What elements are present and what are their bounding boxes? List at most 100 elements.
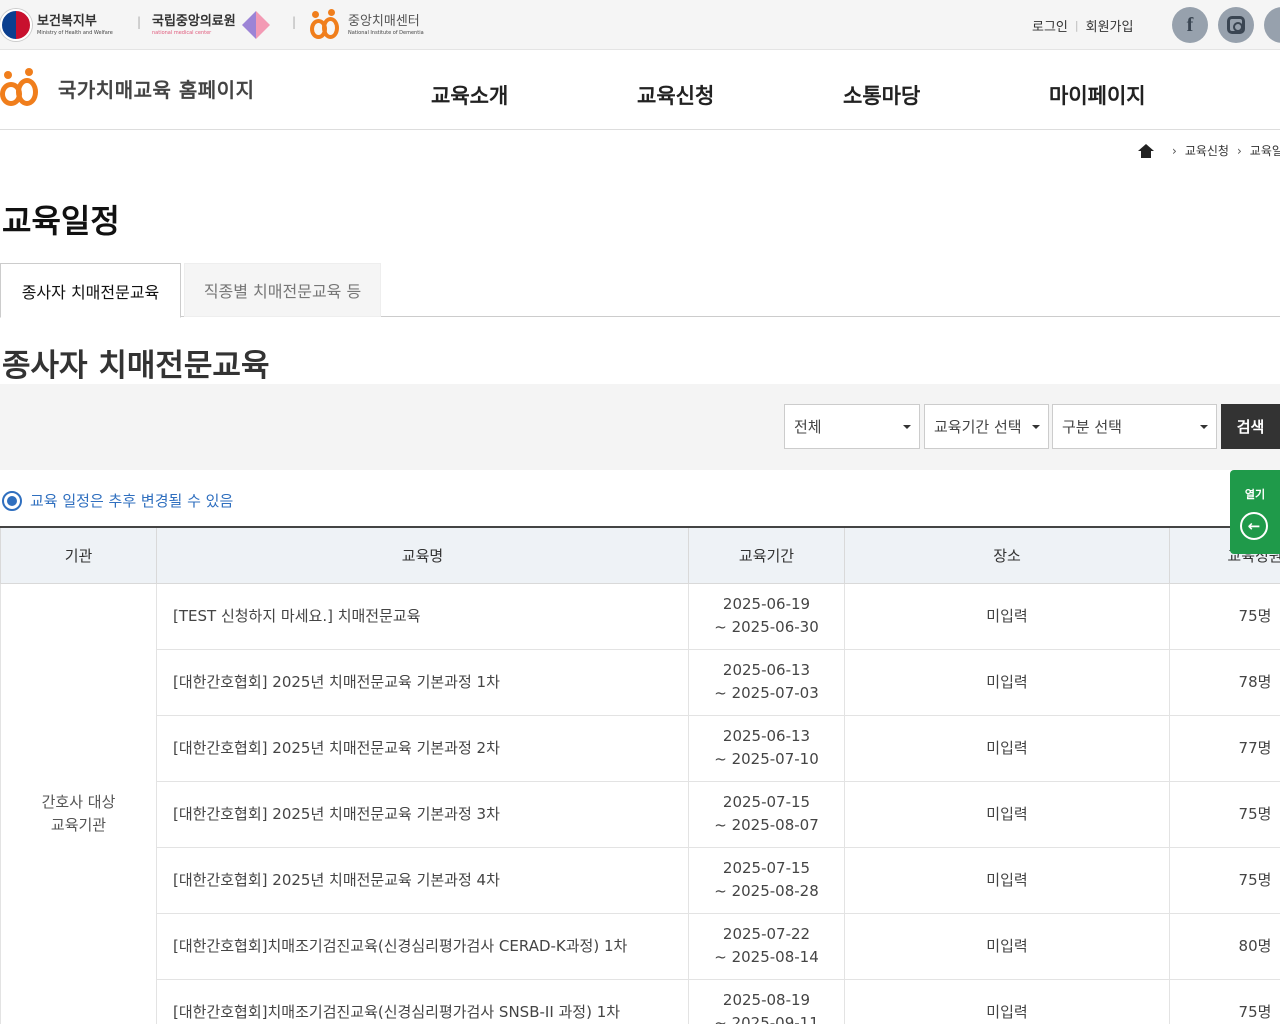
taegeuk-icon [0,9,32,41]
col-header-name: 교육명 [156,528,689,584]
side-quick-menu-label: 열기 [1244,488,1266,501]
nid-logo-icon [308,9,342,41]
site-logo-link[interactable]: 국가치매교육 홈페이지 [0,68,254,108]
period-start: 2025-07-22 [722,925,811,943]
org-line2: 교육기관 [50,816,107,834]
org-separator: | [292,15,297,29]
nid-sub: National Institute of Dementia [348,29,424,36]
caret-down-icon [1032,425,1040,429]
instagram-icon[interactable] [1218,7,1254,43]
schedule-notice: 교육 일정은 추후 변경될 수 있음 [2,490,233,511]
col-header-period: 교육기간 [688,528,845,584]
breadcrumb-item-apply[interactable]: 교육신청 [1185,142,1229,159]
site-logo-icon [0,68,44,108]
col-header-org: 기관 [0,528,157,584]
course-capacity: 78명 [1169,648,1280,716]
period-select-value: 교육기간 선택 [934,418,1022,436]
tab-worker-dementia-edu[interactable]: 종사자 치매전문교육 [0,263,181,318]
schedule-table: 기관 교육명 교육기간 장소 교육정원 간호사 대상 교육기관 [TEST 신청… [0,528,1280,1024]
table-row[interactable]: [대한간호협회] 2025년 치매전문교육 기본과정 3차 2025-07-15… [1,780,1280,848]
col-header-place: 장소 [844,528,1170,584]
table-row[interactable]: [대한간호협회] 2025년 치매전문교육 기본과정 2차 2025-06-13… [1,714,1280,782]
course-capacity: 77명 [1169,714,1280,782]
notice-text: 교육 일정은 추후 변경될 수 있음 [30,492,234,510]
course-name[interactable]: [대한간호협회] 2025년 치매전문교육 기본과정 4차 [156,846,689,914]
youtube-icon[interactable] [1264,7,1280,43]
nmc-mark-icon [241,11,270,39]
join-link[interactable]: 회원가입 [1086,16,1134,35]
period-start: 2025-07-15 [722,793,811,811]
table-row[interactable]: [대한간호협회]치매조기검진교육(신경심리평가검사 CERAD-K과정) 1차 … [1,912,1280,980]
period-end: ~ 2025-08-14 [714,948,819,966]
top-utility-bar: 보건복지부 Ministry of Health and Welfare | 국… [0,0,1280,50]
section-title: 종사자 치매전문교육 [2,348,270,384]
table-header-row: 기관 교육명 교육기간 장소 교육정원 [0,528,1280,584]
course-period: 2025-06-13 ~ 2025-07-10 [688,714,845,782]
course-place: 미입력 [844,846,1170,914]
chevron-right-icon: › [1172,143,1177,158]
category-select[interactable]: 전체 [784,404,920,449]
page-title: 교육일정 [2,202,120,240]
table-row[interactable]: [대한간호협회] 2025년 치매전문교육 기본과정 4차 2025-07-15… [1,846,1280,914]
period-start: 2025-07-15 [722,859,811,877]
home-icon[interactable] [1138,143,1154,158]
category-select-value: 전체 [794,418,822,436]
table-row[interactable]: [대한간호협회] 2025년 치매전문교육 기본과정 1차 2025-06-13… [1,648,1280,716]
tab-bar: 종사자 치매전문교육 직종별 치매전문교육 등 [0,263,1280,318]
nav-apply[interactable]: 교육신청 [637,80,714,110]
chevron-right-icon: › [1236,143,1242,158]
course-name[interactable]: [TEST 신청하지 마세요.] 치매전문교육 [156,582,689,650]
period-start: 2025-06-13 [722,661,811,679]
course-name[interactable]: [대한간호협회] 2025년 치매전문교육 기본과정 1차 [156,648,689,716]
mohw-logo-link[interactable]: 보건복지부 Ministry of Health and Welfare [0,8,113,42]
course-place: 미입력 [844,780,1170,848]
arrow-left-icon: ← [1240,512,1268,540]
schedule-table-wrap: 기관 교육명 교육기간 장소 교육정원 간호사 대상 교육기관 [TEST 신청… [0,526,1280,1024]
org-line1: 간호사 대상 [41,793,116,811]
period-select[interactable]: 교육기간 선택 [924,404,1049,449]
caret-down-icon [903,425,911,429]
course-name[interactable]: [대한간호협회]치매조기검진교육(신경심리평가검사 SNSB-II 과정) 1차 [156,978,689,1024]
period-end: ~ 2025-09-11 [714,1014,819,1024]
tab-job-dementia-edu[interactable]: 직종별 치매전문교육 등 [184,263,381,317]
org-separator: | [137,15,142,29]
course-period: 2025-06-19 ~ 2025-06-30 [688,582,845,650]
course-place: 미입력 [844,714,1170,782]
breadcrumb: › 교육신청 › 교육일정 [1138,142,1280,159]
nmc-name: 국립중앙의료원 [152,13,236,29]
facebook-icon[interactable]: f [1172,7,1208,43]
mohw-sub: Ministry of Health and Welfare [37,29,113,36]
breadcrumb-item-schedule[interactable]: 교육일정 [1250,142,1280,159]
period-start: 2025-08-19 [722,991,811,1009]
site-title: 국가치매교육 홈페이지 [58,77,255,102]
period-start: 2025-06-13 [722,727,811,745]
nmc-logo-link[interactable]: 국립중앙의료원 national medical center [152,8,270,42]
nav-community[interactable]: 소통마당 [843,80,920,110]
search-button[interactable]: 검색 [1221,404,1280,449]
site-header: 국가치매교육 홈페이지 교육소개 교육신청 소통마당 마이페이지 [0,50,1280,130]
course-place: 미입력 [844,582,1170,650]
course-capacity: 75명 [1169,582,1280,650]
mohw-name: 보건복지부 [37,13,97,29]
course-period: 2025-08-19 ~ 2025-09-11 [688,978,845,1024]
nid-logo-link[interactable]: 중앙치매센터 National Institute of Dementia [308,8,424,42]
table-row[interactable]: 간호사 대상 교육기관 [TEST 신청하지 마세요.] 치매전문교육 2025… [0,582,1280,1024]
info-bullet-icon [2,490,22,511]
util-links: 로그인 | 회원가입 [1032,16,1133,35]
nav-mypage[interactable]: 마이페이지 [1049,80,1146,110]
course-period: 2025-07-15 ~ 2025-08-07 [688,780,845,848]
nmc-sub: national medical center [152,29,212,36]
course-capacity: 75명 [1169,846,1280,914]
login-link[interactable]: 로그인 [1032,16,1068,35]
course-capacity: 75명 [1169,978,1280,1024]
type-select-value: 구분 선택 [1062,418,1122,436]
course-period: 2025-07-22 ~ 2025-08-14 [688,912,845,980]
nav-intro[interactable]: 교육소개 [431,80,508,110]
table-row[interactable]: [대한간호협회]치매조기검진교육(신경심리평가검사 SNSB-II 과정) 1차… [1,978,1280,1024]
type-select[interactable]: 구분 선택 [1052,404,1217,449]
side-quick-menu[interactable]: 열기 ← [1230,470,1280,554]
course-name[interactable]: [대한간호협회] 2025년 치매전문교육 기본과정 3차 [156,780,689,848]
course-period: 2025-06-13 ~ 2025-07-03 [688,648,845,716]
course-name[interactable]: [대한간호협회]치매조기검진교육(신경심리평가검사 CERAD-K과정) 1차 [156,912,689,980]
course-name[interactable]: [대한간호협회] 2025년 치매전문교육 기본과정 2차 [156,714,689,782]
